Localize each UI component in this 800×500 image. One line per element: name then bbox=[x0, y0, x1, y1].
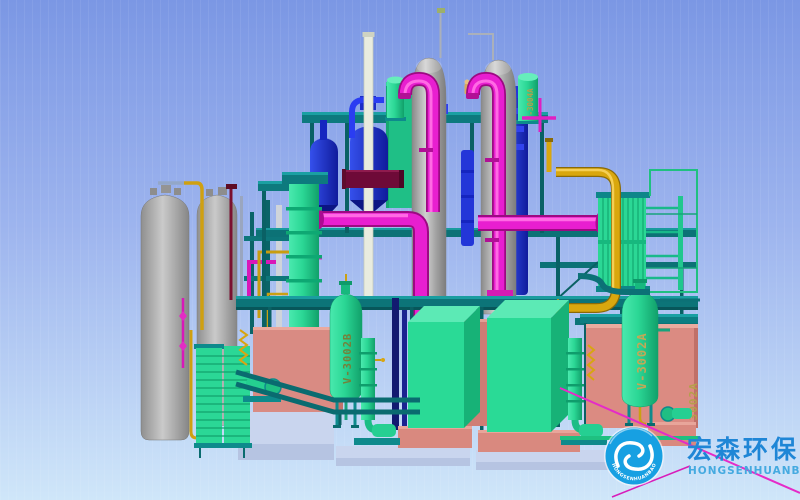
logo-badge bbox=[606, 428, 663, 485]
tag-vessel-left: V-3002B bbox=[342, 333, 354, 384]
tag-foundation-wall: -3002A bbox=[687, 382, 700, 428]
skid-box-2 bbox=[487, 318, 551, 432]
logo-en-name: HONGSENHUANBAO bbox=[688, 465, 800, 477]
3d-plant-viewport[interactable]: V-3004A bbox=[0, 0, 800, 500]
tag-vessel-right: V-3002A bbox=[635, 332, 649, 390]
pump-small bbox=[661, 407, 692, 421]
tag-top-drum: V-3004A bbox=[526, 88, 535, 120]
logo-cn-name: 宏森环保 bbox=[687, 435, 799, 464]
crimson-duct bbox=[342, 169, 404, 189]
